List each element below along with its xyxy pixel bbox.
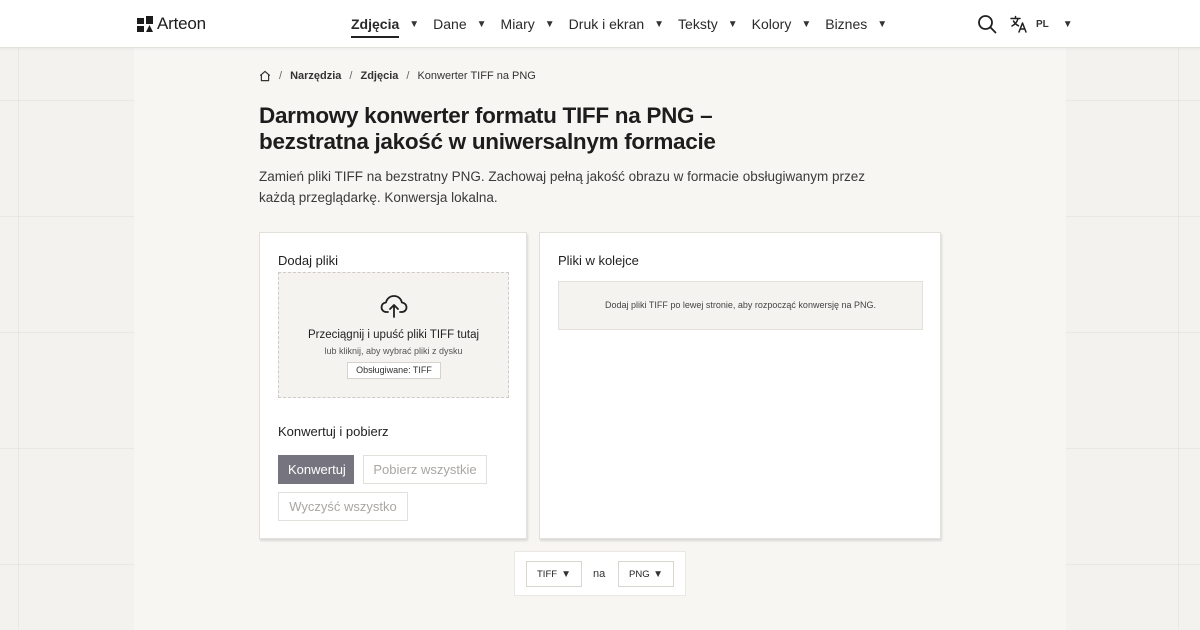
brand-logo-icon — [137, 16, 153, 32]
language-code: PL — [1036, 18, 1049, 30]
chevron-down-icon: ▼ — [877, 18, 888, 30]
breadcrumb-separator: / — [279, 70, 283, 82]
nav-item-miary[interactable]: Miary ▼ — [501, 0, 555, 48]
chevron-down-icon: ▼ — [727, 18, 738, 30]
chevron-down-icon: ▼ — [1062, 18, 1073, 30]
file-dropzone[interactable]: Przeciągnij i upuść pliki TIFF tutaj lub… — [278, 272, 509, 398]
page-title: Darmowy konwerter formatu TIFF na PNG – … — [259, 103, 716, 154]
clear-all-button[interactable]: Wyczyść wszystko — [278, 492, 408, 521]
chevron-down-icon: ▼ — [476, 18, 487, 30]
download-all-button[interactable]: Pobierz wszystkie — [363, 455, 487, 484]
breadcrumb-item-narzedzia[interactable]: Narzędzia — [290, 70, 341, 82]
nav-item-biznes[interactable]: Biznes ▼ — [825, 0, 887, 48]
chevron-down-icon: ▼ — [654, 18, 665, 30]
breadcrumb-current: Konwerter TIFF na PNG — [417, 70, 536, 82]
nav-item-kolory[interactable]: Kolory ▼ — [752, 0, 812, 48]
dropzone-subtext: lub kliknij, aby wybrać pliki z dysku — [324, 346, 463, 356]
source-format-select[interactable]: TIFF ▼ — [526, 561, 582, 587]
brand-name: Arteon — [157, 14, 206, 33]
main-nav: Zdjęcia ▼ Dane ▼ Miary ▼ Druk i ekran ▼ … — [351, 0, 901, 48]
nav-item-zdjecia[interactable]: Zdjęcia ▼ — [351, 0, 419, 48]
language-switcher[interactable]: PL ▼ — [1010, 13, 1073, 35]
brand-logo[interactable]: Arteon — [137, 14, 206, 34]
nav-item-label: Dane — [433, 16, 467, 32]
page-description: Zamień pliki TIFF na bezstratny PNG. Zac… — [259, 169, 865, 205]
top-header: Arteon Zdjęcia ▼ Dane ▼ Miary ▼ Druk i e… — [0, 0, 1200, 48]
source-format-value: TIFF — [537, 568, 558, 580]
breadcrumb-separator: / — [349, 70, 353, 82]
target-format-value: PNG — [629, 568, 650, 580]
nav-item-label: Teksty — [678, 16, 718, 32]
chevron-down-icon: ▼ — [561, 568, 571, 580]
search-icon[interactable] — [977, 14, 997, 34]
convert-section-title: Konwertuj i pobierz — [278, 424, 389, 439]
translate-icon — [1010, 15, 1027, 33]
cloud-upload-icon — [380, 295, 408, 318]
target-format-select[interactable]: PNG ▼ — [618, 561, 674, 587]
format-separator-label: na — [593, 568, 606, 580]
breadcrumb-separator: / — [406, 70, 410, 82]
dropzone-instruction: Przeciągnij i upuść pliki TIFF tutaj — [307, 329, 480, 341]
queue-empty-message: Dodaj pliki TIFF po lewej stronie, aby r… — [558, 281, 923, 330]
chevron-down-icon: ▼ — [801, 18, 812, 30]
chevron-down-icon: ▼ — [409, 18, 420, 30]
nav-item-label: Druk i ekran — [568, 16, 645, 32]
supported-formats-badge: Obsługiwane: TIFF — [347, 362, 441, 379]
upload-panel-title: Dodaj pliki — [278, 253, 338, 268]
nav-item-label: Biznes — [825, 16, 868, 32]
upload-panel: Dodaj pliki Przeciągnij i upuść pliki TI… — [259, 232, 527, 539]
queue-panel-title: Pliki w kolejce — [558, 253, 639, 268]
format-selector-bar: TIFF ▼ na PNG ▼ — [514, 551, 686, 596]
nav-item-label: Miary — [500, 16, 535, 32]
nav-item-label: Zdjęcia — [351, 16, 400, 38]
breadcrumb-item-zdjecia[interactable]: Zdjęcia — [360, 70, 398, 82]
convert-button[interactable]: Konwertuj — [278, 455, 354, 484]
chevron-down-icon: ▼ — [653, 568, 663, 580]
breadcrumb: / Narzędzia / Zdjęcia / Konwerter TIFF n… — [259, 68, 536, 84]
queue-panel: Pliki w kolejce Dodaj pliki TIFF po lewe… — [539, 232, 941, 539]
nav-item-druk-i-ekran[interactable]: Druk i ekran ▼ — [569, 0, 664, 48]
home-icon[interactable] — [259, 70, 271, 82]
nav-item-dane[interactable]: Dane ▼ — [433, 0, 486, 48]
nav-item-teksty[interactable]: Teksty ▼ — [678, 0, 738, 48]
chevron-down-icon: ▼ — [544, 18, 555, 30]
nav-item-label: Kolory — [751, 16, 792, 32]
main-content: / Narzędzia / Zdjęcia / Konwerter TIFF n… — [134, 48, 1066, 630]
